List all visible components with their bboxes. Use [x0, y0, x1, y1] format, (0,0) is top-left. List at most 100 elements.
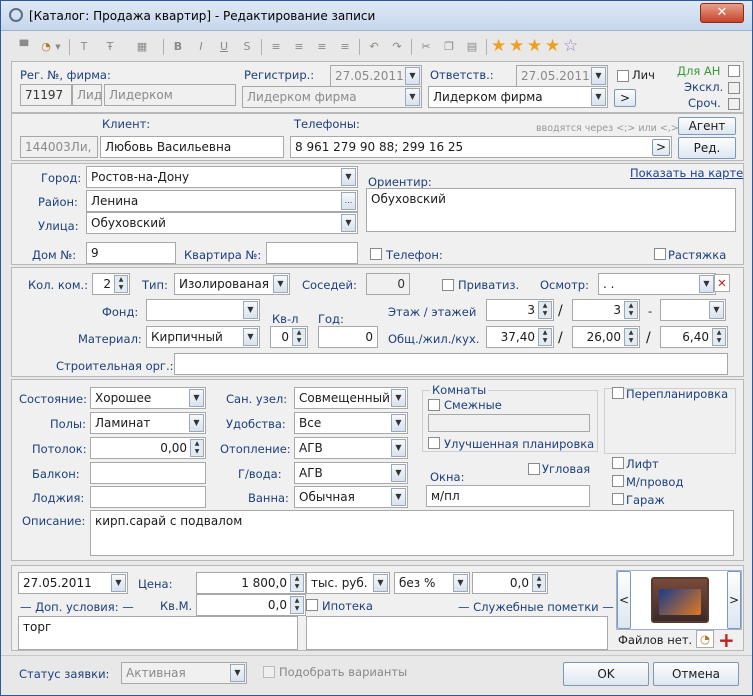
chevron-down-icon[interactable]: ▼ [709, 301, 724, 319]
garage-checkbox[interactable] [612, 493, 624, 505]
align-center-icon[interactable]: ≡ [290, 38, 308, 56]
chevron-down-icon[interactable]: ▼ [111, 574, 126, 592]
lich-checkbox[interactable] [617, 70, 629, 82]
for-an-checkbox[interactable] [728, 65, 740, 77]
city-select[interactable]: Ростов-на-Дону ▼ [86, 166, 358, 188]
ceiling-stepper[interactable]: 0,00 ▲ ▼ [90, 437, 206, 459]
inspect-date-field[interactable]: . . ▼ [598, 273, 716, 295]
ok-button[interactable]: OK [563, 662, 649, 686]
rating-star-2-icon[interactable]: ★ [509, 36, 524, 56]
justify-icon[interactable]: ≡ [336, 38, 354, 56]
agent-button[interactable]: Агент [678, 117, 736, 135]
copy-icon[interactable]: ❐ [440, 38, 458, 56]
urgent-checkbox[interactable] [728, 98, 740, 110]
palette-icon[interactable]: ◔ [696, 630, 714, 648]
amen-select[interactable]: Все ▼ [294, 412, 408, 434]
spin-icon[interactable]: ▲ ▼ [190, 439, 204, 457]
spin-icon[interactable]: ▲ ▼ [712, 328, 726, 346]
chevron-down-icon[interactable]: ▼ [189, 389, 204, 407]
spin-icon[interactable]: ▲ ▼ [624, 328, 638, 346]
balcony-field[interactable] [90, 462, 206, 484]
corner-checkbox[interactable] [528, 463, 540, 475]
landmark-field[interactable]: Обуховский [366, 188, 736, 232]
street-select[interactable]: Обуховский ▼ [86, 212, 358, 234]
rating-star-4-icon[interactable]: ★ [545, 36, 560, 56]
paste-icon[interactable]: ▤ [463, 38, 481, 56]
close-button[interactable]: ✕ [700, 3, 744, 23]
year-field[interactable]: 0 [318, 326, 378, 348]
cancel-button[interactable]: Отмена [653, 662, 739, 686]
chevron-down-icon[interactable]: ▼ [273, 275, 288, 293]
improved-checkbox[interactable] [428, 437, 440, 449]
spin-icon[interactable]: ▲ ▼ [114, 275, 128, 293]
cut-icon[interactable]: ✂ [417, 38, 435, 56]
chevron-down-icon[interactable]: ▼ [243, 328, 258, 346]
price-date-field[interactable]: 27.05.2011 ▼ [18, 572, 128, 594]
rating-star-5-icon[interactable]: ☆ [563, 36, 578, 56]
floor-stepper[interactable]: 3 ▲ ▼ [486, 299, 554, 321]
floors-stepper[interactable]: 3 ▲ ▼ [572, 299, 640, 321]
spin-icon[interactable]: ▲ ▼ [532, 574, 546, 592]
mprovod-checkbox[interactable] [612, 475, 624, 487]
prev-photo-button[interactable]: < [617, 571, 631, 629]
state-select[interactable]: Хорошее ▼ [90, 387, 206, 409]
price-stepper[interactable]: 1 800,0 ▲ ▼ [196, 572, 306, 594]
area-kitchen-stepper[interactable]: 6,40 ▲ ▼ [660, 326, 728, 348]
replan-checkbox[interactable] [612, 387, 624, 399]
privat-checkbox[interactable] [442, 279, 454, 291]
floors-select[interactable]: Ламинат ▼ [90, 412, 206, 434]
chevron-down-icon[interactable]: ▼ [53, 38, 63, 56]
excl-checkbox[interactable] [728, 82, 740, 94]
bold-icon[interactable]: B [169, 38, 187, 56]
spin-icon[interactable]: ▲ ▼ [290, 574, 304, 592]
floor-extra-select[interactable]: ▼ [660, 299, 726, 321]
chevron-down-icon[interactable]: ▼ [591, 88, 606, 106]
spin-icon[interactable]: ▲ ▼ [538, 301, 552, 319]
next-photo-button[interactable]: > [727, 571, 741, 629]
district-field[interactable]: Ленина... [86, 190, 358, 212]
windows-field[interactable]: м/пл [426, 485, 590, 507]
chevron-down-icon[interactable]: ▼ [699, 275, 714, 293]
heat-select[interactable]: АГВ ▼ [294, 437, 408, 459]
spin-icon[interactable]: ▲ ▼ [290, 596, 304, 614]
text-size-icon[interactable]: Ŧ [101, 38, 119, 56]
phones-field[interactable]: 8 961 279 90 88; 299 16 25 [290, 136, 672, 158]
chevron-down-icon[interactable]: ▼ [243, 301, 258, 319]
lift-checkbox[interactable] [612, 457, 624, 469]
type-select[interactable]: Изолированая ▼ [174, 273, 290, 295]
chevron-down-icon[interactable]: ▼ [391, 464, 406, 482]
align-right-icon[interactable]: ≡ [313, 38, 331, 56]
rastyazhka-checkbox[interactable] [654, 248, 666, 260]
chevron-down-icon[interactable]: ▼ [189, 414, 204, 432]
chevron-down-icon[interactable]: ▼ [341, 168, 356, 186]
sqm-stepper[interactable]: 0,0 ▲ ▼ [196, 594, 306, 616]
strike-icon[interactable]: S [238, 38, 256, 56]
rooms-stepper[interactable]: 2 ▲ ▼ [92, 273, 130, 295]
italic-icon[interactable]: I [192, 38, 210, 56]
align-left-icon[interactable]: ≡ [267, 38, 285, 56]
redo-icon[interactable]: ↷ [388, 38, 406, 56]
phone-checkbox[interactable] [370, 248, 382, 260]
resp-firm-select[interactable]: Лидерком фирма ▼ [428, 86, 608, 108]
flat-field[interactable] [266, 242, 358, 264]
spin-icon[interactable]: ▲ ▼ [538, 328, 552, 346]
chevron-down-icon[interactable]: ▼ [391, 439, 406, 457]
clear-icon[interactable]: ✕ [714, 274, 730, 292]
desc-field[interactable]: кирп.сарай с подвалом [90, 510, 734, 556]
chevron-down-icon[interactable]: ▼ [341, 214, 356, 232]
percent-stepper[interactable]: 0,0 ▲ ▼ [472, 572, 548, 594]
service-field[interactable] [306, 616, 608, 650]
percent-select[interactable]: без % ▼ [394, 572, 470, 594]
chevron-down-icon[interactable]: ▼ [391, 414, 406, 432]
water-select[interactable]: АГВ ▼ [294, 462, 408, 484]
kvl-stepper[interactable]: 0 ▲ ▼ [270, 326, 308, 348]
org-field[interactable] [174, 353, 728, 375]
rating-star-3-icon[interactable]: ★ [527, 36, 542, 56]
extra-field[interactable]: торг [18, 616, 298, 650]
spin-icon[interactable]: ▲ ▼ [624, 301, 638, 319]
bath-select[interactable]: Обычная ▼ [294, 486, 408, 508]
house-field[interactable]: 9 [86, 242, 176, 264]
chevron-down-icon[interactable]: ▼ [373, 574, 388, 592]
spin-icon[interactable]: ▲ ▼ [292, 328, 306, 346]
add-icon[interactable]: + [718, 628, 735, 652]
